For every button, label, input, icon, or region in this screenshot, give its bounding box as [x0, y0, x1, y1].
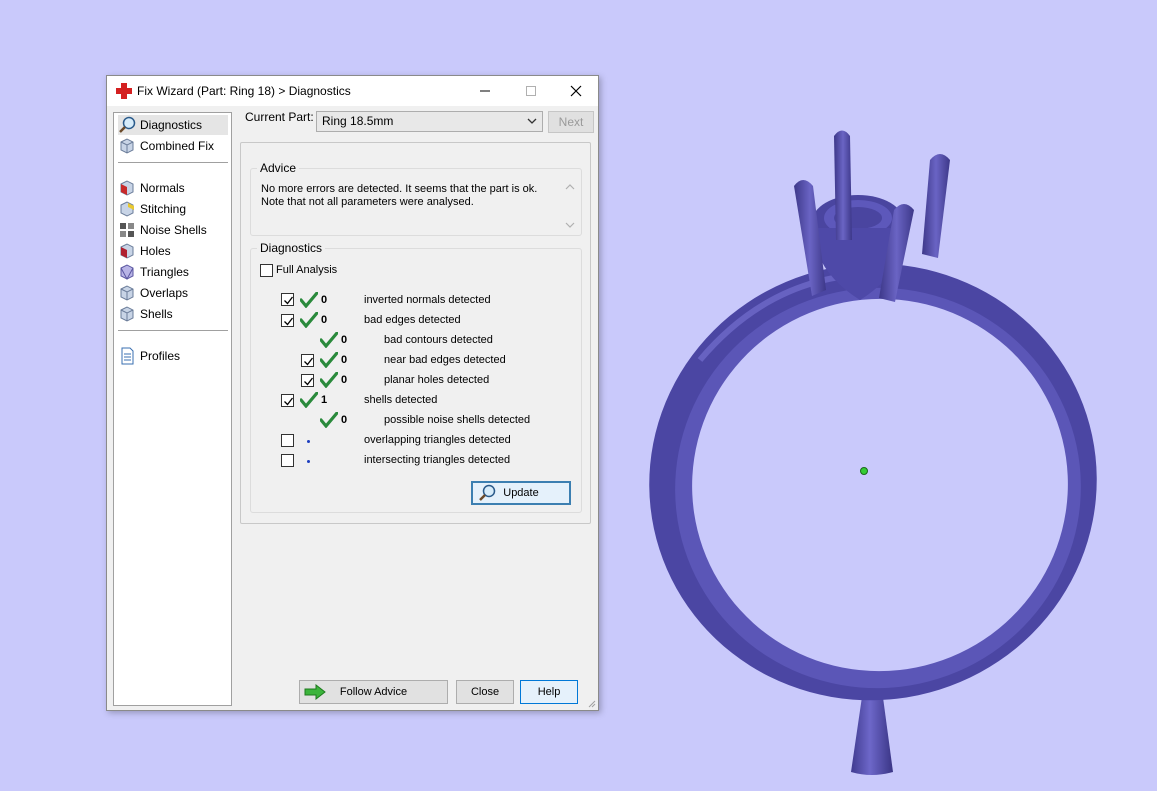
ok-check-icon: [320, 352, 338, 368]
close-button[interactable]: Close: [456, 680, 514, 704]
bad-edges-label: bad edges detected: [364, 314, 461, 326]
nav-item-noise-shells[interactable]: Noise Shells: [118, 220, 228, 240]
full-analysis-checkbox[interactable]: [260, 264, 273, 277]
shells-checkbox[interactable]: [281, 394, 294, 407]
nav-item-combined-fix[interactable]: Combined Fix: [118, 136, 228, 156]
triangles-cube-icon: [120, 264, 134, 281]
nav-item-normals[interactable]: Normals: [118, 178, 228, 198]
profiles-doc-icon: [121, 347, 134, 365]
planar-holes-checkbox[interactable]: [301, 374, 314, 387]
checkmark-icon: [284, 317, 294, 326]
intersecting-triangles-checkbox[interactable]: [281, 454, 294, 467]
resize-grip-icon[interactable]: [586, 698, 596, 708]
nav-item-triangles[interactable]: Triangles: [118, 262, 228, 282]
update-button-label: Update: [503, 487, 539, 499]
normals-cube-icon: [120, 180, 134, 196]
overlapping-triangles-label: overlapping triangles detected: [364, 434, 511, 446]
ok-check-icon: [320, 372, 338, 388]
combined-fix-icon: [120, 138, 134, 154]
red-cross-icon: [116, 83, 132, 99]
planar-holes-label: planar holes detected: [384, 374, 490, 386]
nav-separator: [118, 162, 228, 163]
magnifier-icon: [119, 116, 136, 133]
diagnostics-group-title: Diagnostics: [257, 241, 326, 255]
holes-cube-icon: [120, 243, 134, 259]
not-run-dot: [307, 440, 310, 443]
close-window-button[interactable]: [553, 76, 599, 106]
bad-contours-count: 0: [341, 334, 348, 346]
overlapping-triangles-checkbox[interactable]: [281, 434, 294, 447]
minimize-button[interactable]: [462, 76, 508, 106]
near-bad-edges-count: 0: [341, 354, 348, 366]
ok-check-icon: [300, 292, 318, 308]
nav-separator: [118, 330, 228, 331]
chevron-down-icon: [527, 118, 537, 124]
shells-cube-icon: [120, 306, 134, 322]
bad-edges-count: 0: [321, 314, 328, 326]
scroll-up-icon[interactable]: [565, 183, 575, 191]
noise-shells-count: 0: [341, 414, 348, 426]
fix-wizard-nav: Diagnostics Combined Fix Normals Stitchi…: [113, 112, 232, 706]
nav-item-profiles[interactable]: Profiles: [118, 346, 228, 366]
current-part-value: Ring 18.5mm: [322, 114, 394, 128]
nav-item-stitching[interactable]: Stitching: [118, 199, 228, 219]
advice-line: Note that not all parameters were analys…: [261, 196, 474, 208]
nav-item-diagnostics[interactable]: Diagnostics: [118, 115, 228, 135]
bad-contours-label: bad contours detected: [384, 334, 493, 346]
intersecting-triangles-label: intersecting triangles detected: [364, 454, 511, 466]
green-arrow-icon: [304, 684, 326, 700]
noise-shells-icon: [120, 223, 134, 237]
advice-group-title: Advice: [257, 161, 300, 175]
nav-item-holes[interactable]: Holes: [118, 241, 228, 261]
title-bar[interactable]: Fix Wizard (Part: Ring 18) > Diagnostics: [107, 76, 598, 106]
help-button[interactable]: Help: [520, 680, 578, 704]
shells-label: shells detected: [364, 394, 438, 406]
follow-advice-label: Follow Advice: [339, 686, 408, 698]
near-bad-edges-label: near bad edges detected: [384, 354, 506, 366]
full-analysis-label: Full Analysis: [276, 264, 338, 276]
scroll-down-icon[interactable]: [565, 221, 575, 229]
inverted-normals-checkbox[interactable]: [281, 293, 294, 306]
stitching-cube-icon: [120, 201, 134, 217]
dialog-title: Fix Wizard (Part: Ring 18) > Diagnostics: [137, 84, 351, 98]
ok-check-icon: [320, 332, 338, 348]
close-icon: [570, 85, 582, 97]
next-button[interactable]: Next: [548, 111, 594, 133]
maximize-icon: [526, 86, 536, 96]
follow-advice-button[interactable]: Follow Advice: [299, 680, 448, 704]
current-part-select[interactable]: Ring 18.5mm: [316, 111, 543, 132]
inverted-normals-count: 0: [321, 294, 328, 306]
maximize-button[interactable]: [508, 76, 554, 106]
checkmark-icon: [284, 397, 294, 406]
inverted-normals-label: inverted normals detected: [364, 294, 491, 306]
advice-line: No more errors are detected. It seems th…: [261, 183, 538, 195]
advice-text: No more errors are detected. It seems th…: [261, 183, 551, 209]
ok-check-icon: [300, 392, 318, 408]
overlaps-cube-icon: [120, 285, 134, 301]
not-run-dot: [307, 460, 310, 463]
fix-wizard-dialog: Fix Wizard (Part: Ring 18) > Diagnostics…: [106, 75, 599, 711]
advice-group: Advice No more errors are detected. It s…: [250, 161, 582, 236]
bad-edges-checkbox[interactable]: [281, 314, 294, 327]
advice-scrollbar[interactable]: [565, 183, 575, 229]
nav-item-overlaps[interactable]: Overlaps: [118, 283, 228, 303]
near-bad-edges-checkbox[interactable]: [301, 354, 314, 367]
planar-holes-count: 0: [341, 374, 348, 386]
ok-check-icon: [300, 312, 318, 328]
nav-item-shells[interactable]: Shells: [118, 304, 228, 324]
noise-shells-label: possible noise shells detected: [384, 414, 531, 426]
checkmark-icon: [304, 377, 314, 386]
update-button[interactable]: Update: [471, 481, 571, 505]
checkmark-icon: [304, 357, 314, 366]
shells-count: 1: [321, 394, 328, 406]
checkmark-icon: [284, 296, 294, 305]
current-part-label: Current Part:: [245, 110, 314, 124]
minimize-icon: [480, 90, 490, 92]
ok-check-icon: [320, 412, 338, 428]
